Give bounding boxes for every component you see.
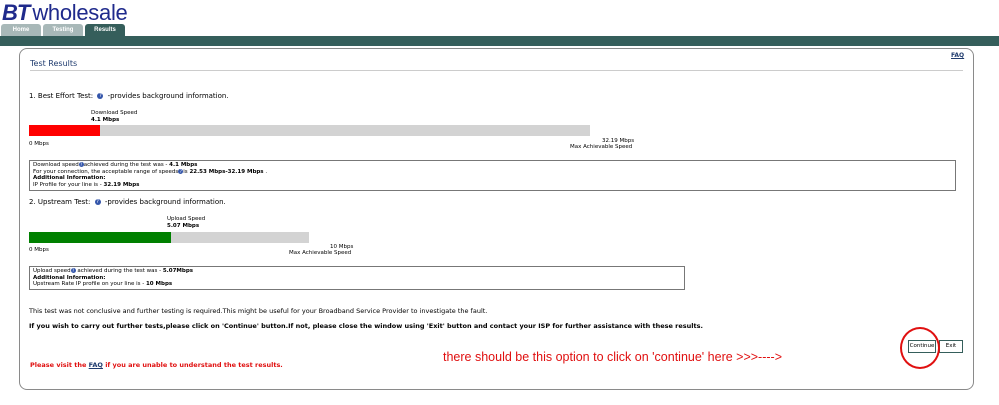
instruction-message: If you wish to carry out further tests,p… [29, 322, 703, 330]
download-min-label: 0 Mbps [29, 141, 49, 147]
annotation-circle [900, 327, 940, 369]
tab-testing[interactable]: Testing [43, 24, 83, 36]
annotation-text: there should be this option to click on … [443, 350, 783, 364]
upload-speed-label: Upload Speed [167, 216, 206, 222]
download-speed-bar [29, 125, 590, 136]
upload-max-label: Max Achievable Speed [289, 250, 352, 256]
upload-speed-bar [29, 232, 309, 243]
tab-results[interactable]: Results [85, 24, 125, 36]
exit-button[interactable]: Exit [939, 340, 963, 353]
page-title: Test Results [30, 59, 78, 68]
ip-profile-line: IP Profile for your line is - 32.19 Mbps [33, 181, 140, 188]
download-info-box: Download speed?achieved during the test … [29, 160, 956, 191]
download-speed-label: Download Speed [91, 110, 138, 116]
bt-wholesale-logo: BT wholesale [2, 0, 128, 25]
upload-info-box: Upload speed? achieved during the test w… [29, 266, 685, 290]
upload-speed-fill [29, 232, 171, 243]
upload-speed-value: 5.07 Mbps [167, 223, 200, 229]
faq-visit-message: Please visit the FAQ if you are unable t… [30, 361, 283, 369]
tab-home[interactable]: Home [1, 24, 41, 36]
download-speed-fill [29, 125, 101, 136]
help-icon[interactable]: ? [94, 199, 101, 205]
logo-bt: BT [2, 0, 30, 25]
download-max-label: Max Achievable Speed [570, 144, 633, 150]
best-effort-heading: 1. Best Effort Test: ? -provides backgro… [29, 92, 229, 100]
upstream-profile-line: Upstream Rate IP profile on your line is… [33, 281, 173, 287]
header-band [0, 36, 999, 46]
nav-tabs: Home Testing Results [1, 24, 125, 36]
faq-link[interactable]: FAQ [951, 52, 964, 59]
download-speed-value: 4.1 Mbps [91, 117, 120, 123]
upstream-heading: 2. Upstream Test: ? -provides background… [29, 198, 226, 206]
help-icon[interactable]: ? [97, 93, 104, 99]
upload-min-label: 0 Mbps [29, 247, 49, 253]
title-divider [30, 70, 963, 71]
faq-inline-link[interactable]: FAQ [89, 361, 103, 369]
logo-wholesale: wholesale [32, 0, 128, 25]
inconclusive-message: This test was not conclusive and further… [29, 307, 488, 315]
